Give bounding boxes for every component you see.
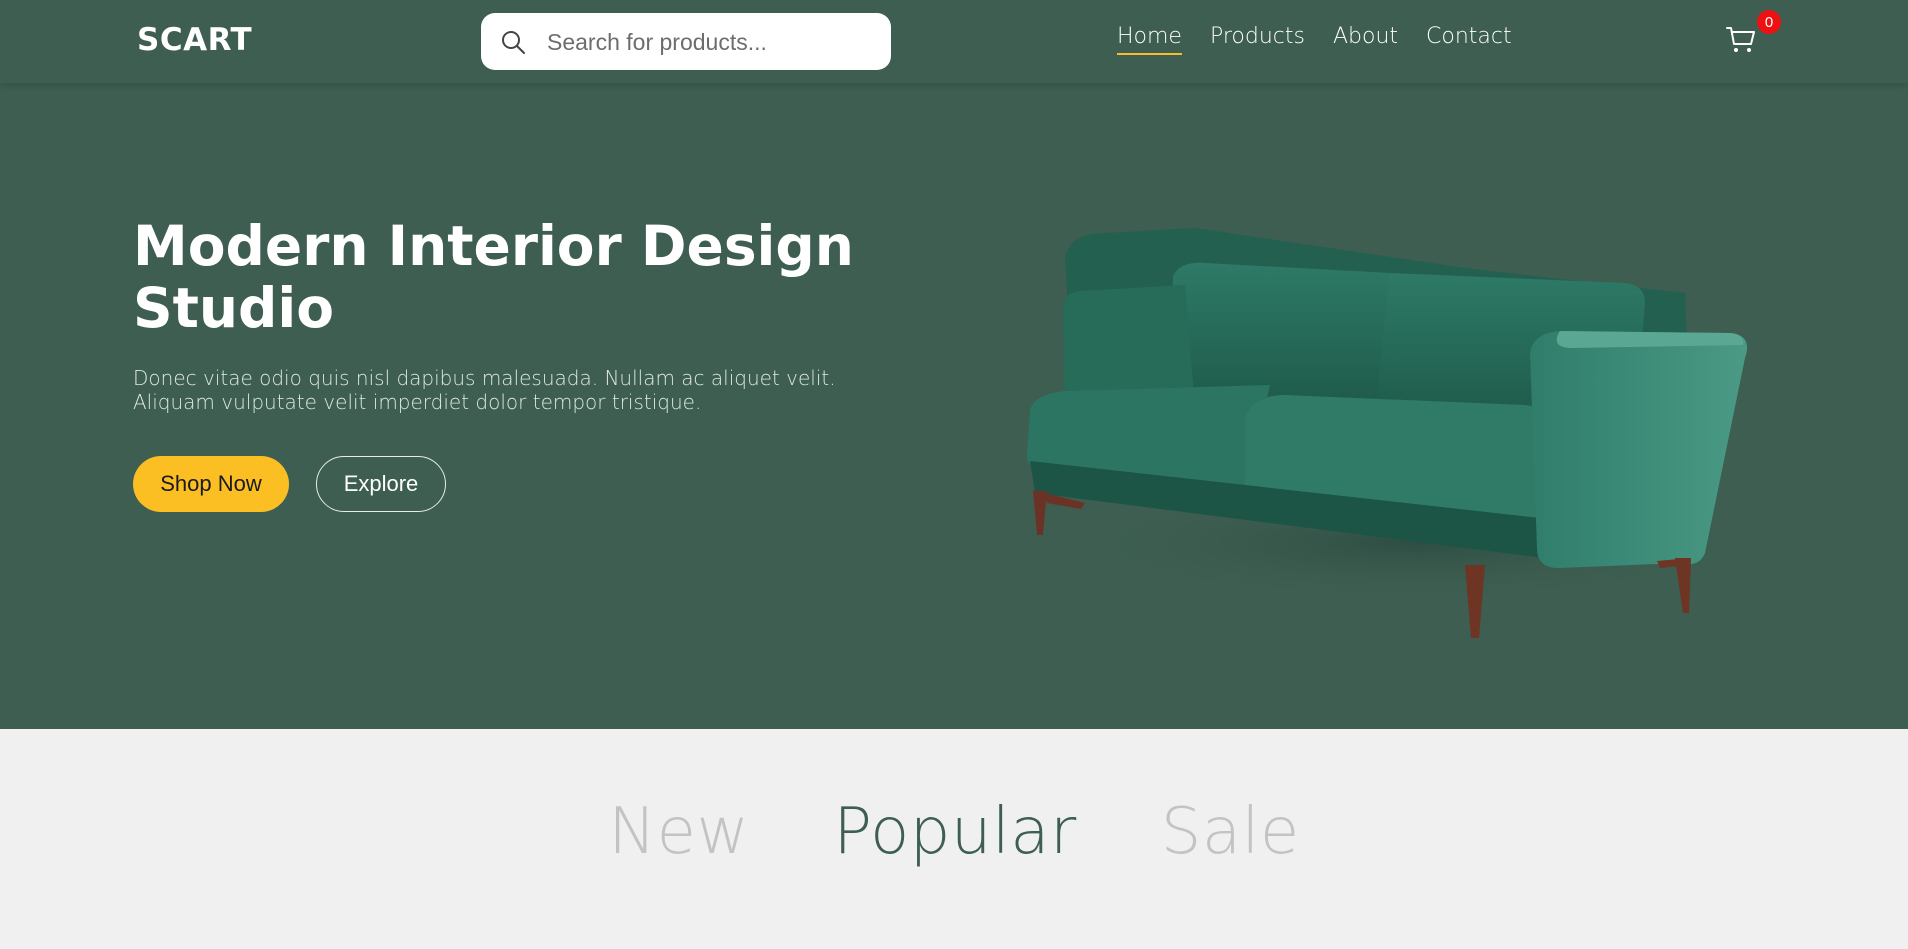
nav-link-contact[interactable]: Contact <box>1426 24 1512 55</box>
search-box[interactable] <box>481 13 891 70</box>
tab-sale[interactable]: Sale <box>1161 795 1300 869</box>
shop-now-button[interactable]: Shop Now <box>133 456 289 512</box>
tab-new[interactable]: New <box>608 795 749 869</box>
hero-title: Modern Interior Design Studio <box>133 214 854 340</box>
nav-link-home[interactable]: Home <box>1117 24 1182 55</box>
search-input[interactable] <box>547 22 877 62</box>
product-tabs-section: New Popular Sale <box>0 729 1908 949</box>
hero-section: Modern Interior Design Studio Donec vita… <box>0 83 1908 729</box>
cart-icon[interactable] <box>1724 22 1758 56</box>
cart-count-badge: 0 <box>1757 10 1781 34</box>
nav-link-about[interactable]: About <box>1333 24 1398 55</box>
explore-button[interactable]: Explore <box>316 456 446 512</box>
search-icon[interactable] <box>499 28 527 56</box>
product-tabs: New Popular Sale <box>0 795 1908 869</box>
brand-logo[interactable]: SCART <box>137 22 252 58</box>
sofa-image <box>1026 228 1765 638</box>
nav-link-products[interactable]: Products <box>1210 24 1305 55</box>
tab-popular[interactable]: Popular <box>833 795 1076 869</box>
hero-description: Donec vitae odio quis nisl dapibus males… <box>133 366 836 414</box>
main-nav: Home Products About Contact <box>1117 24 1512 55</box>
navbar: SCART Home Products About Contact 0 <box>0 0 1908 83</box>
